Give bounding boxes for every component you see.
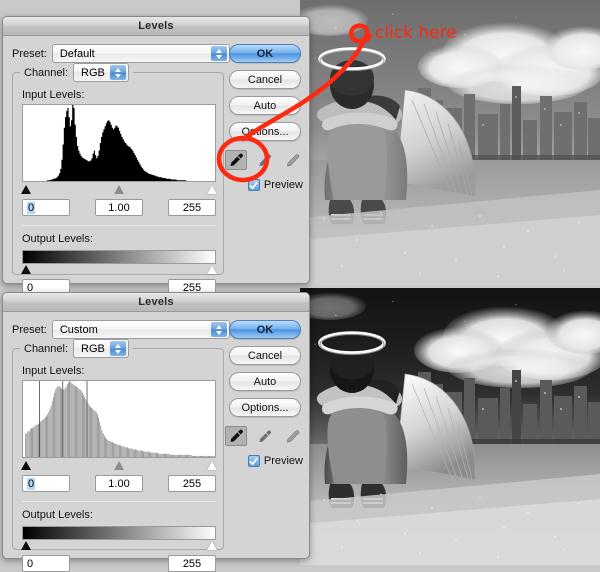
channel-label: Channel: <box>24 342 69 355</box>
channel-groupbox: Channel: RGB Input Levels: 0 1.00 255 Ou… <box>12 63 224 296</box>
section-divider <box>22 225 216 226</box>
output-white-handle[interactable] <box>207 265 218 274</box>
midtone-handle[interactable] <box>114 461 124 470</box>
output-levels-slider[interactable] <box>20 540 218 551</box>
ground-sparkle-dark <box>300 481 600 565</box>
input-levels-slider[interactable] <box>20 460 218 471</box>
preset-dropdown[interactable]: Custom <box>51 320 230 339</box>
output-levels-label: Output Levels: <box>22 233 93 245</box>
preset-value: Custom <box>59 323 98 336</box>
preview-label: Preview <box>263 455 303 467</box>
photo-after <box>300 288 600 565</box>
ok-button[interactable]: OK <box>229 44 301 63</box>
input-black-field[interactable]: 0 <box>22 475 70 492</box>
dialog-title: Levels <box>138 296 174 308</box>
input-histogram <box>22 380 216 458</box>
output-levels-ramp <box>22 526 216 540</box>
preview-checkbox[interactable] <box>247 179 260 191</box>
white-point-handle[interactable] <box>207 461 218 470</box>
dialog-title: Levels <box>138 20 174 32</box>
options-button[interactable]: Options... <box>229 398 301 417</box>
dialog-button-column: OK Cancel Auto Options... <box>229 320 301 424</box>
channel-dropdown[interactable]: RGB <box>73 63 130 82</box>
white-point-eyedropper[interactable] <box>281 150 303 170</box>
dialog-button-column: OK Cancel Auto Options... <box>229 44 301 148</box>
dialog-titlebar[interactable]: Levels <box>3 293 309 312</box>
ok-button[interactable]: OK <box>229 320 301 339</box>
black-point-handle[interactable] <box>20 461 31 470</box>
output-levels-slider[interactable] <box>20 264 218 275</box>
screenshot-stage: Levels Preset: Default Channel: RGB Inpu… <box>0 0 600 572</box>
channel-label: Channel: <box>24 66 69 79</box>
channel-row: Channel: RGB <box>20 63 134 82</box>
section-divider <box>22 501 216 502</box>
preview-row[interactable]: Preview <box>247 179 303 191</box>
auto-button[interactable]: Auto <box>229 96 301 115</box>
input-gamma-field[interactable]: 1.00 <box>95 199 143 216</box>
levels-dialog-before[interactable]: Levels Preset: Default Channel: RGB Inpu… <box>2 16 310 296</box>
input-levels-label: Input Levels: <box>22 365 85 377</box>
cancel-button[interactable]: Cancel <box>229 346 301 365</box>
chevron-updown-icon <box>110 341 127 356</box>
output-white-field[interactable]: 255 <box>168 555 216 572</box>
gray-point-eyedropper[interactable] <box>253 426 275 446</box>
gray-point-eyedropper[interactable] <box>253 150 275 170</box>
output-black-handle[interactable] <box>20 541 31 550</box>
photo-before <box>300 0 600 285</box>
input-gamma-field[interactable]: 1.00 <box>95 475 143 492</box>
channel-value: RGB <box>81 66 105 79</box>
black-point-eyedropper[interactable] <box>225 150 247 170</box>
output-levels-ramp <box>22 250 216 264</box>
dialog-titlebar[interactable]: Levels <box>3 17 309 36</box>
channel-dropdown[interactable]: RGB <box>73 339 130 358</box>
output-black-handle[interactable] <box>20 265 31 274</box>
chevron-updown-icon <box>210 46 227 61</box>
input-white-field[interactable]: 255 <box>168 475 216 492</box>
input-black-field[interactable]: 0 <box>22 199 70 216</box>
preset-label: Preset: <box>12 47 47 60</box>
preview-label: Preview <box>263 179 303 191</box>
input-levels-label: Input Levels: <box>22 89 85 101</box>
eyedropper-group <box>225 150 303 170</box>
midtone-handle[interactable] <box>114 185 124 194</box>
chevron-updown-icon <box>210 322 227 337</box>
ground-sparkle <box>300 199 600 285</box>
input-histogram <box>22 104 216 182</box>
auto-button[interactable]: Auto <box>229 372 301 391</box>
preset-dropdown[interactable]: Default <box>51 44 230 63</box>
channel-value: RGB <box>81 342 105 355</box>
preset-value: Default <box>59 47 95 60</box>
output-levels-label: Output Levels: <box>22 509 93 521</box>
chevron-updown-icon <box>110 65 127 80</box>
white-point-handle[interactable] <box>207 185 218 194</box>
cancel-button[interactable]: Cancel <box>229 70 301 89</box>
options-button[interactable]: Options... <box>229 122 301 141</box>
preview-checkbox[interactable] <box>247 455 260 467</box>
channel-groupbox: Channel: RGB Input Levels: 0 1.00 255 Ou… <box>12 339 224 572</box>
levels-dialog-after[interactable]: Levels Preset: Custom Channel: RGB Input… <box>2 292 310 572</box>
preset-label: Preset: <box>12 323 47 336</box>
input-white-field[interactable]: 255 <box>168 199 216 216</box>
white-point-eyedropper[interactable] <box>281 426 303 446</box>
eyedropper-group <box>225 426 303 446</box>
output-white-handle[interactable] <box>207 541 218 550</box>
preview-row[interactable]: Preview <box>247 455 303 467</box>
black-point-eyedropper[interactable] <box>225 426 247 446</box>
output-black-field[interactable]: 0 <box>22 555 70 572</box>
input-levels-slider[interactable] <box>20 184 218 195</box>
black-point-handle[interactable] <box>20 185 31 194</box>
channel-row: Channel: RGB <box>20 339 134 358</box>
